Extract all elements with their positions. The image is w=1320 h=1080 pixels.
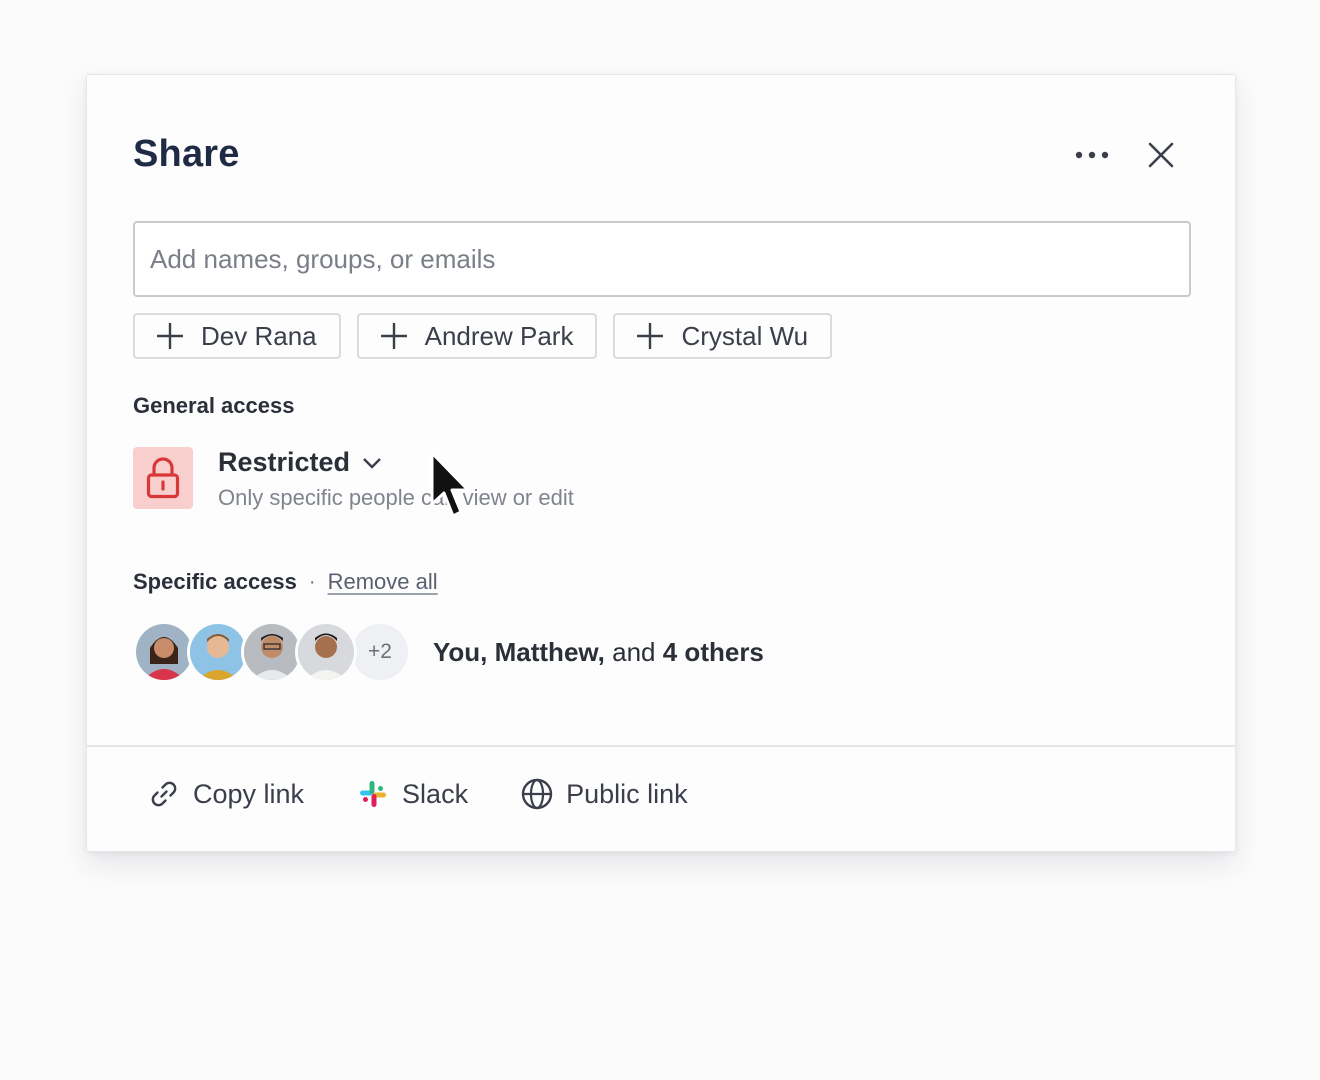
plus-icon [155, 321, 189, 351]
avatar [187, 621, 249, 683]
slack-label: Slack [402, 778, 469, 809]
plus-icon [379, 321, 413, 351]
suggestion-chip-label: Crystal Wu [681, 320, 809, 351]
general-access-label: General access [133, 393, 295, 418]
globe-icon [520, 777, 554, 811]
general-access-icon-tile [133, 447, 193, 509]
copy-link-label: Copy link [193, 778, 305, 809]
dialog-footer: Copy link Slack Public link [147, 777, 740, 811]
separator-dot: · [308, 570, 316, 593]
close-button[interactable] [1141, 135, 1181, 175]
specific-access-label: Specific access [133, 569, 297, 594]
dialog-title: Share [133, 133, 240, 175]
slack-icon [356, 777, 390, 811]
suggestion-chip-dev-rana[interactable]: Dev Rana [133, 313, 341, 359]
avatar [295, 621, 357, 683]
access-level-description: Only specific people can view or edit [218, 485, 574, 510]
plus-icon [635, 321, 669, 351]
chevron-down-icon [362, 456, 382, 470]
remove-all-link[interactable]: Remove all [328, 569, 438, 595]
more-options-button[interactable] [1067, 137, 1117, 173]
more-people-count: +2 [349, 621, 411, 683]
more-horizontal-icon [1075, 151, 1109, 159]
search-input[interactable] [133, 221, 1191, 297]
people-summary: You, Matthew, and 4 others [433, 637, 764, 668]
footer-divider [87, 745, 1235, 747]
avatar-stack[interactable]: +2 [133, 621, 411, 683]
access-level-label: Restricted [218, 447, 351, 477]
link-icon [147, 777, 181, 811]
summary-and: and [612, 637, 656, 667]
avatar [133, 621, 195, 683]
avatar [241, 621, 303, 683]
suggestion-chip-crystal-wu[interactable]: Crystal Wu [613, 313, 833, 359]
specific-access-row: Specific access · Remove all [133, 569, 438, 595]
summary-others: 4 others [662, 637, 764, 667]
access-level-dropdown[interactable]: Restricted [218, 447, 382, 478]
share-dialog: Share Dev Rana Andrew Park [86, 74, 1236, 852]
suggestion-chip-andrew-park[interactable]: Andrew Park [356, 313, 598, 359]
public-link-label: Public link [566, 778, 688, 809]
close-icon [1148, 142, 1174, 168]
copy-link-button[interactable]: Copy link [147, 777, 304, 811]
suggestion-list: Dev Rana Andrew Park Crystal Wu [133, 313, 833, 359]
suggestion-chip-label: Dev Rana [201, 320, 317, 351]
suggestion-chip-label: Andrew Park [424, 320, 574, 351]
lock-icon [146, 457, 180, 499]
public-link-button[interactable]: Public link [520, 777, 688, 811]
summary-names: You, Matthew, [433, 637, 605, 667]
slack-button[interactable]: Slack [356, 777, 468, 811]
